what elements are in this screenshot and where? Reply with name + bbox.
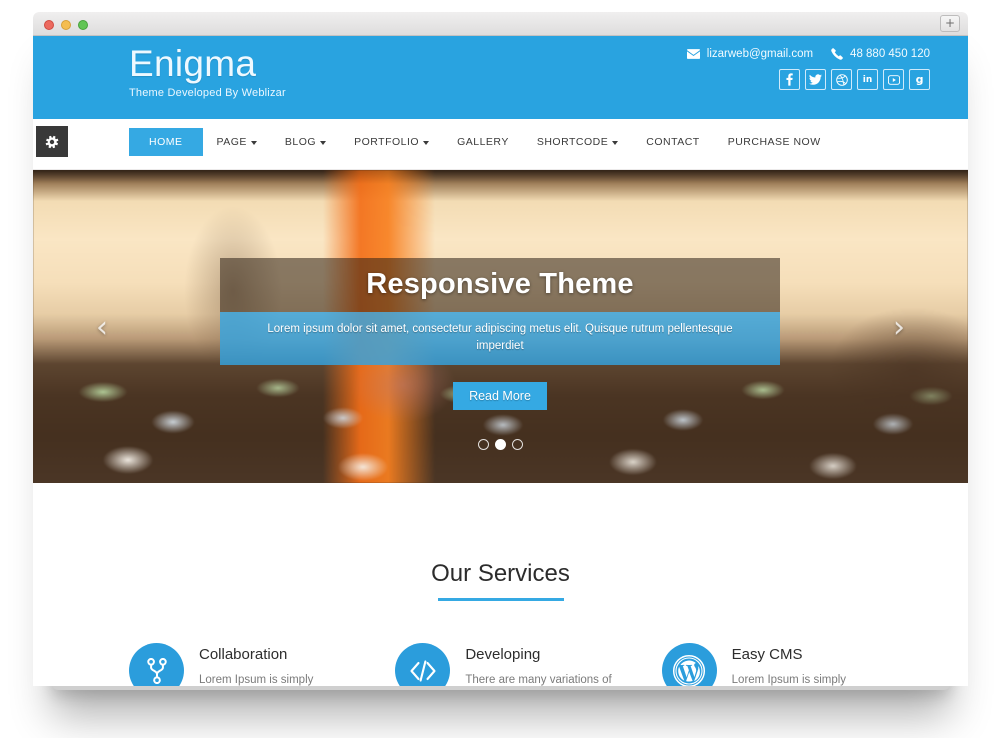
nav-item-label: BLOG <box>284 136 317 148</box>
nav-item-label: CONTACT <box>646 136 700 148</box>
brand[interactable]: Enigma Theme Developed By Weblizar <box>129 42 286 100</box>
dribbble-icon[interactable] <box>831 69 852 90</box>
read-more-button[interactable]: Read More <box>453 382 547 410</box>
window-minimize-button[interactable] <box>61 20 71 30</box>
contact-info: lizarweb@gmail.com 48 880 450 120 <box>686 47 930 61</box>
browser-titlebar: + <box>33 12 968 36</box>
nav-item-label: SHORTCODE <box>536 136 609 148</box>
nav-item-page[interactable]: PAGE <box>203 128 271 156</box>
hero-title-bar: Responsive Theme <box>220 258 780 312</box>
site-header: Enigma Theme Developed By Weblizar lizar… <box>33 36 968 119</box>
slider-dot-1[interactable] <box>478 439 489 450</box>
chevron-down-icon <box>320 141 327 145</box>
nav-item-purchase-now[interactable]: PURCHASE NOW <box>714 128 835 156</box>
code-icon <box>395 643 451 686</box>
nav-item-home[interactable]: HOME <box>129 128 203 156</box>
service-name: Collaboration <box>199 646 288 663</box>
nav-item-shortcode[interactable]: SHORTCODE <box>523 128 632 156</box>
gear-icon[interactable] <box>36 126 68 157</box>
nav-items: HOME PAGE BLOG PORTFOLIO GALLERY SHORTCO… <box>129 128 835 156</box>
nav-item-label: PAGE <box>216 136 247 148</box>
chevron-down-icon <box>250 141 257 145</box>
facebook-icon[interactable] <box>779 69 800 90</box>
chevron-left-icon[interactable]: ‹ <box>96 313 108 343</box>
service-text: Easy CMS Lorem Ipsum is simply <box>732 643 846 686</box>
service-item-collaboration[interactable]: Collaboration Lorem Ipsum is simply <box>129 643 395 686</box>
hero-caption: Responsive Theme Lorem ipsum dolor sit a… <box>220 258 780 410</box>
service-description: Lorem Ipsum is simply <box>199 674 314 686</box>
envelope-icon <box>686 49 700 59</box>
new-tab-button[interactable]: + <box>940 15 960 32</box>
services-section: Our Services Collaboration Lorem Ipsum i… <box>33 483 968 686</box>
nav-item-label: GALLERY <box>457 136 509 148</box>
social-links: in g <box>779 69 930 90</box>
linkedin-icon[interactable]: in <box>857 69 878 90</box>
nav-item-label: PURCHASE NOW <box>727 136 821 148</box>
slider-dot-2[interactable] <box>495 439 506 450</box>
service-item-easy-cms[interactable]: Easy CMS Lorem Ipsum is simply <box>661 643 928 686</box>
hero-subtitle-bar: Lorem ipsum dolor sit amet, consectetur … <box>220 312 780 365</box>
slider-dot-3[interactable] <box>512 439 523 450</box>
brand-title: Enigma <box>129 43 257 84</box>
service-description: Lorem Ipsum is simply <box>731 674 847 686</box>
main-navigation: HOME PAGE BLOG PORTFOLIO GALLERY SHORTCO… <box>33 119 968 170</box>
contact-phone[interactable]: 48 880 450 120 <box>850 47 930 61</box>
chevron-down-icon <box>612 141 619 145</box>
service-text: Collaboration Lorem Ipsum is simply <box>199 643 313 686</box>
services-title-underline <box>437 598 564 601</box>
chevron-down-icon <box>423 141 430 145</box>
hero-title: Responsive Theme <box>366 268 634 300</box>
browser-viewport: Enigma Theme Developed By Weblizar lizar… <box>33 36 968 686</box>
window-zoom-button[interactable] <box>78 20 88 30</box>
nav-item-gallery[interactable]: GALLERY <box>443 128 523 156</box>
hero-slider: Responsive Theme Lorem ipsum dolor sit a… <box>33 170 968 483</box>
wordpress-icon <box>661 643 717 686</box>
code-fork-icon <box>129 643 184 686</box>
window-close-button[interactable] <box>44 20 54 30</box>
googleplus-icon[interactable]: g <box>909 69 930 90</box>
browser-window: + Enigma Theme Developed By Weblizar liz… <box>33 12 968 686</box>
twitter-icon[interactable] <box>805 69 826 90</box>
services-grid: Collaboration Lorem Ipsum is simply Deve… <box>129 643 928 686</box>
services-title: Our Services <box>431 560 570 587</box>
chevron-right-icon[interactable]: › <box>893 313 905 343</box>
service-name: Developing <box>465 646 541 663</box>
contact-email[interactable]: lizarweb@gmail.com <box>707 47 813 61</box>
service-description: There are many variations of <box>465 674 612 686</box>
service-name: Easy CMS <box>731 646 803 663</box>
service-text: Developing There are many variations of <box>465 643 611 686</box>
youtube-icon[interactable] <box>883 69 904 90</box>
nav-item-blog[interactable]: BLOG <box>271 128 340 156</box>
brand-tagline: Theme Developed By Weblizar <box>129 87 286 99</box>
nav-item-label: PORTFOLIO <box>354 136 420 148</box>
nav-item-label: HOME <box>149 136 183 148</box>
page-stage: + Enigma Theme Developed By Weblizar liz… <box>0 0 1000 738</box>
nav-item-contact[interactable]: CONTACT <box>632 128 713 156</box>
service-item-developing[interactable]: Developing There are many variations of <box>395 643 661 686</box>
hero-subtitle: Lorem ipsum dolor sit amet, consectetur … <box>267 323 733 352</box>
phone-icon <box>831 48 843 60</box>
services-heading: Our Services <box>33 483 968 601</box>
slider-pagination <box>33 439 968 450</box>
nav-item-portfolio[interactable]: PORTFOLIO <box>340 128 443 156</box>
